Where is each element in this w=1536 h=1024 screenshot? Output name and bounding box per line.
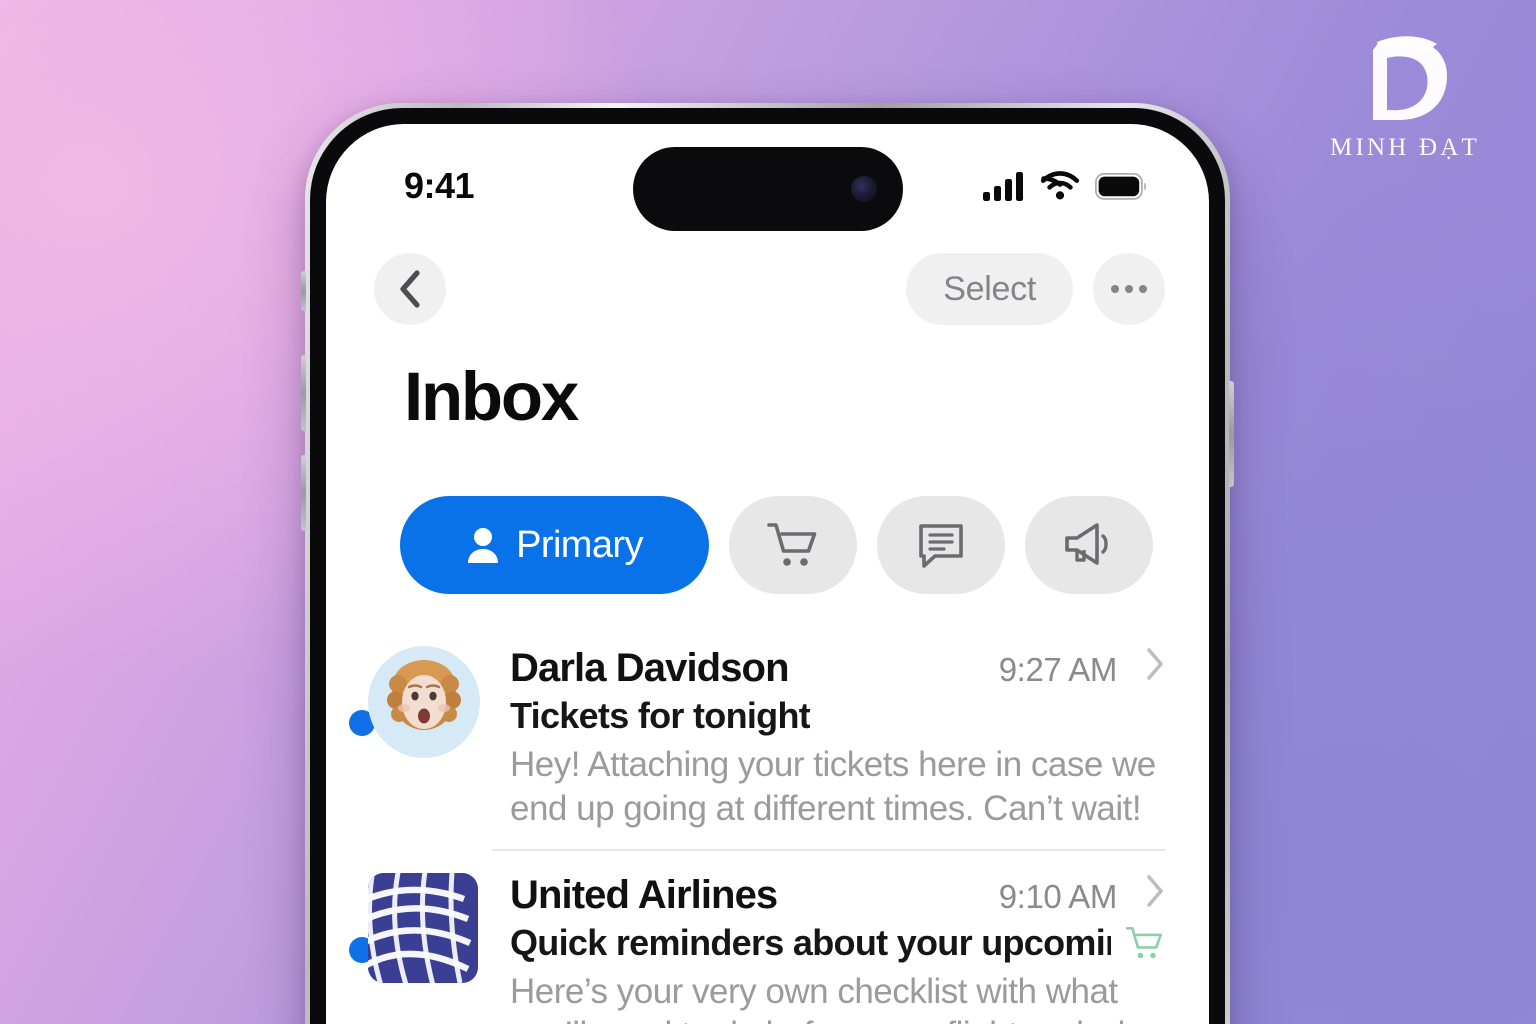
watermark-brand: MINH ĐẠT bbox=[1330, 134, 1480, 161]
chevron-left-icon bbox=[400, 270, 420, 308]
mail-time: 9:27 AM bbox=[998, 651, 1118, 688]
mail-subject-line: Tickets for tonight bbox=[510, 695, 1165, 737]
memoji-avatar-icon bbox=[368, 646, 480, 758]
select-button-label: Select bbox=[943, 269, 1036, 308]
signal-bars-icon bbox=[983, 172, 1023, 201]
power-button[interactable] bbox=[1229, 381, 1234, 487]
person-icon bbox=[468, 528, 499, 563]
mail-subject: Quick reminders about your upcoming... bbox=[510, 921, 1112, 963]
volume-down-button[interactable] bbox=[301, 455, 306, 531]
megaphone-icon bbox=[1065, 523, 1108, 565]
mail-snippet: Hey! Attaching your tickets here in case… bbox=[510, 745, 1156, 828]
avatar bbox=[368, 872, 480, 985]
table-row[interactable]: Darla Davidson 9:27 AM Tickets for tonig… bbox=[326, 624, 1209, 831]
mail-header: Darla Davidson 9:27 AM bbox=[510, 646, 1165, 691]
tab-primary[interactable]: Primary bbox=[400, 496, 709, 594]
tab-primary-label: Primary bbox=[516, 523, 643, 566]
mail-sender: Darla Davidson bbox=[510, 646, 790, 690]
wifi-icon bbox=[1040, 171, 1080, 200]
status-icons bbox=[983, 171, 1147, 201]
phone-device: 9:41 Select Inbox Primary Darla Davidson… bbox=[301, 103, 1234, 1024]
page-title: Inbox bbox=[404, 358, 579, 435]
dynamic-island bbox=[632, 147, 903, 231]
select-button[interactable]: Select bbox=[906, 253, 1073, 325]
mail-subject-line: Quick reminders about your upcoming... bbox=[510, 922, 1165, 964]
screenshot-canvas: MINH ĐẠT 9:41 Select Inbox Primary Darla… bbox=[0, 0, 1536, 1024]
chat-bubble-icon bbox=[919, 524, 963, 568]
ellipsis-icon bbox=[1111, 285, 1147, 293]
phone-bezel: 9:41 Select Inbox Primary Darla Davidson… bbox=[310, 108, 1225, 1024]
status-time: 9:41 bbox=[404, 165, 475, 206]
watermark: MINH ĐẠT bbox=[1310, 32, 1500, 162]
united-globe-logo-icon bbox=[368, 872, 478, 983]
avatar bbox=[368, 646, 480, 758]
mail-subject: Tickets for tonight bbox=[510, 695, 811, 736]
tab-shopping[interactable] bbox=[729, 496, 857, 594]
chevron-right-icon[interactable] bbox=[1145, 647, 1165, 681]
volume-up-button[interactable] bbox=[301, 355, 306, 431]
shopping-cart-icon bbox=[1126, 926, 1163, 958]
mail-header: United Airlines 9:10 AM bbox=[510, 873, 1165, 918]
front-camera-icon bbox=[850, 176, 877, 202]
tab-promotions[interactable] bbox=[1025, 496, 1153, 594]
shopping-cart-icon bbox=[767, 523, 817, 566]
table-row[interactable]: United Airlines 9:10 AM Quick reminders … bbox=[326, 851, 1209, 1024]
mail-sender: United Airlines bbox=[510, 872, 778, 917]
category-tabs: Primary bbox=[400, 496, 1153, 594]
tab-transactions[interactable] bbox=[877, 496, 1005, 594]
mail-snippet: Here’s your very own checklist with what… bbox=[510, 971, 1165, 1024]
back-button[interactable] bbox=[374, 253, 446, 325]
mail-content: United Airlines 9:10 AM Quick reminders … bbox=[510, 873, 1165, 1024]
stylized-d-logo-icon bbox=[1373, 36, 1447, 120]
mail-time: 9:10 AM bbox=[998, 877, 1118, 915]
battery-full-icon bbox=[1095, 172, 1146, 200]
navigation-bar: Select bbox=[326, 246, 1209, 332]
silent-switch[interactable] bbox=[301, 271, 306, 311]
phone-screen: 9:41 Select Inbox Primary Darla Davidson… bbox=[326, 124, 1209, 1024]
mail-list: Darla Davidson 9:27 AM Tickets for tonig… bbox=[326, 624, 1209, 1024]
chevron-right-icon[interactable] bbox=[1145, 874, 1165, 908]
more-options-button[interactable] bbox=[1093, 253, 1165, 325]
mail-content: Darla Davidson 9:27 AM Tickets for tonig… bbox=[510, 646, 1165, 831]
